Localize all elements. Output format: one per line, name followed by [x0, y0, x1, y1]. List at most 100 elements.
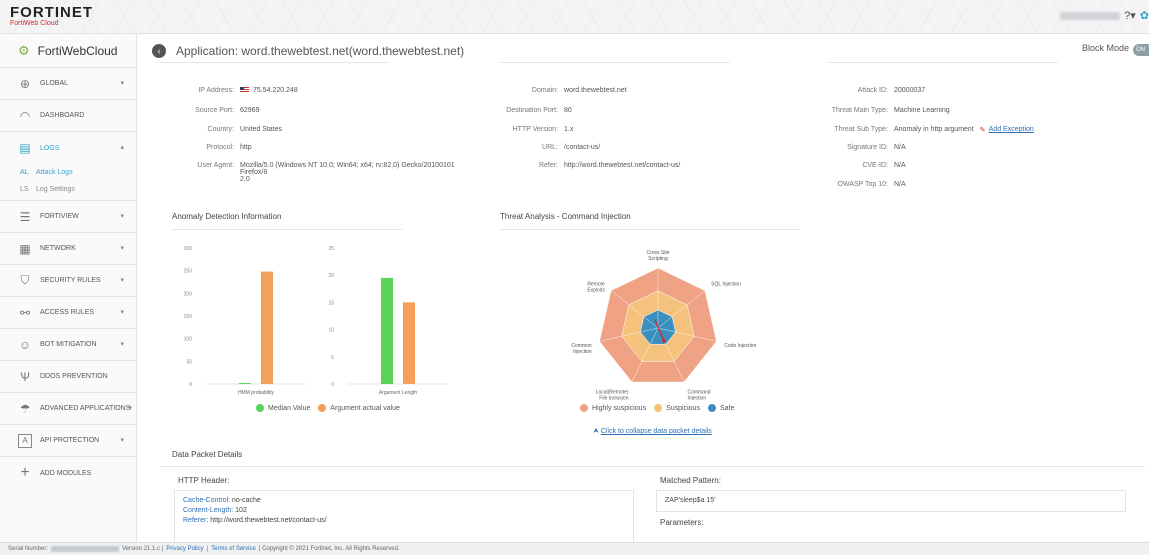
field-label: Signature ID:	[847, 144, 888, 151]
bot-icon: ☺	[18, 337, 32, 352]
legend-actual-label: Argument actual value	[330, 404, 400, 412]
field-value: N/A	[894, 181, 906, 188]
sidebar-subitem-log-settings[interactable]: LS Log Settings	[0, 181, 136, 201]
ddos-icon: Ѱ	[20, 369, 30, 384]
sidebar-item-label: API PROTECTION	[40, 437, 100, 444]
threat-sub-type: Threat Sub Type: Anomaly in http argumen…	[758, 126, 1034, 134]
client-ip: IP Address: 75.54.220.248	[138, 87, 298, 94]
matched-pattern-panel: ZAP'sleep$a 15'	[656, 490, 1126, 512]
client-user-agent: User Agent: Mozilla/5.0 (Windows NT 10.0…	[138, 162, 475, 183]
sidebar-item-logs[interactable]: ▤ LOGS ▴	[0, 132, 136, 164]
terms-of-service-link[interactable]: Terms of Service	[211, 543, 256, 555]
field-value: word.thewebtest.net	[564, 87, 627, 94]
sidebar-item-label: DASHBOARD	[40, 112, 85, 119]
copyright-text: | Copyright © 2021 Fortinet, Inc. All Ri…	[258, 546, 400, 552]
divider	[172, 229, 402, 230]
sidebar-item-global[interactable]: ⊕ GLOBAL ▾	[0, 68, 136, 100]
sidebar-item-label: SECURITY RULES	[40, 277, 101, 284]
field-value: Anomaly in http argument	[894, 126, 974, 133]
client-protocol: Protocol: http	[138, 144, 252, 151]
y-tick-label: 200	[184, 291, 193, 297]
field-value: 62969	[240, 107, 260, 114]
field-label: Refer:	[538, 162, 558, 169]
page-title: Application: word.thewebtest.net(word.th…	[176, 44, 465, 58]
chevron-left-icon: ‹	[157, 46, 161, 56]
sidebar-item-bot-mitigation[interactable]: ☺ BOT MITIGATION ▾	[0, 329, 136, 361]
bar-actual	[261, 271, 273, 384]
sidebar-item-add-modules[interactable]: + ADD MODULES	[0, 457, 136, 489]
threat-indicator-dot	[662, 339, 666, 343]
divider	[500, 229, 800, 230]
server-http-version: HTTP Version: 1.x	[438, 126, 574, 133]
sidebar-item-advanced-applications[interactable]: ☂ ADVANCED APPLICATIONS ▾	[0, 393, 136, 425]
chevron-down-icon: ▾	[120, 80, 124, 87]
field-label: IP Address:	[198, 87, 234, 94]
sidebar-item-dashboard[interactable]: ◠ DASHBOARD	[0, 100, 136, 132]
matched-pattern-value: ZAP'sleep$a 15'	[665, 497, 716, 504]
field-value: http	[240, 144, 252, 151]
fortinet-logo: FORTINET FortiWeb Cloud	[10, 5, 93, 28]
network-icon: ▦	[19, 241, 31, 256]
settings-icon[interactable]: ✿	[1140, 9, 1149, 22]
account-name[interactable]	[1060, 11, 1121, 20]
header-line: Content-Length: 102	[183, 506, 625, 516]
flag-icon	[240, 87, 249, 93]
header-key: Content-Length:	[183, 507, 234, 514]
chevron-up-icon: ▴	[120, 144, 124, 151]
sidebar: ⚙ FortiWebCloud ⊕ GLOBAL ▾ ◠ DASHBOARD ▤…	[0, 34, 137, 542]
y-tick-label: 5	[331, 355, 334, 361]
sidebar-item-security-rules[interactable]: ⛉ SECURITY RULES ▾	[0, 265, 136, 297]
umbrella-icon: ☂	[19, 401, 31, 416]
sidebar-item-label: GLOBAL	[40, 80, 69, 87]
fortiview-icon: ☰	[19, 209, 31, 224]
field-value: /contact-us/	[564, 144, 601, 151]
legend-actual-dot	[318, 404, 327, 412]
sidebar-item-fortiview[interactable]: ☰ FORTIVIEW ▾	[0, 201, 136, 233]
threat-analysis-title: Threat Analysis - Command Injection	[500, 212, 631, 221]
parameters-title: Parameters:	[660, 518, 704, 527]
collapse-packet-link[interactable]: Click to collapse data packet details	[601, 428, 712, 435]
radar-axis-label: SQL Injection	[711, 282, 741, 288]
field-value: N/A	[894, 144, 906, 151]
gear-icon: ⚙	[18, 42, 30, 58]
field-value: 80	[564, 107, 572, 114]
sidebar-item-label: ADVANCED APPLICATIONS	[40, 405, 131, 412]
field-label: Source Port:	[195, 107, 234, 114]
field-value: Machine Learning	[894, 107, 950, 114]
serial-label: Serial Number:	[8, 546, 49, 552]
chevron-down-icon: ▾	[120, 245, 124, 252]
field-label: CVE-ID:	[862, 162, 888, 169]
add-exception-link[interactable]: Add Exception	[989, 126, 1034, 134]
y-tick-label: 50	[186, 359, 192, 365]
bar-median	[239, 383, 251, 384]
sidebar-item-access-rules[interactable]: ⚯ ACCESS RULES ▾	[0, 297, 136, 329]
help-icon[interactable]: ?▾	[1124, 9, 1136, 22]
sidebar-subitem-attack-logs[interactable]: AL Attack Logs	[0, 164, 136, 181]
y-tick-label: 0	[189, 382, 192, 388]
server-destination-port: Destination Port: 80	[438, 107, 572, 114]
y-tick-label: 100	[184, 337, 193, 343]
http-header-panel: Cache-Control: no-cache Content-Length: …	[174, 490, 634, 542]
privacy-policy-link[interactable]: Privacy Policy	[166, 543, 203, 555]
chevron-down-icon: ▾	[128, 405, 132, 412]
server-url: URL: /contact-us/	[438, 144, 600, 151]
block-mode-toggle[interactable]: ON	[1133, 44, 1149, 56]
sidebar-item-network[interactable]: ▦ NETWORK ▾	[0, 233, 136, 265]
product-switcher[interactable]: ⚙ FortiWebCloud	[0, 34, 136, 68]
sidebar-item-label: NETWORK	[40, 245, 76, 252]
anomaly-title: Anomaly Detection Information	[172, 212, 282, 221]
threat-radar-chart: Cross Site Scripting SQL Injection Code Inj…	[571, 250, 756, 400]
field-label: HTTP Version:	[512, 126, 558, 133]
sidebar-item-api-protection[interactable]: A API PROTECTION ▾	[0, 425, 136, 457]
legend-safe-label: Safe	[719, 404, 735, 412]
y-tick-label: 20	[328, 273, 334, 279]
title-bar: ‹ Application: word.thewebtest.net(word.…	[138, 40, 1149, 62]
field-label: User Agent:	[197, 162, 234, 169]
logo-product: FortiWeb Cloud	[10, 20, 59, 27]
back-button[interactable]: ‹	[152, 44, 166, 58]
product-label: FortiWebCloud	[37, 43, 118, 58]
globe-icon: ⊕	[19, 76, 31, 91]
anomaly-legend: Median Value Argument actual value	[256, 404, 400, 412]
sidebar-item-ddos-prevention[interactable]: Ѱ DDOS PREVENTION	[0, 361, 136, 393]
server-domain: Domain: word.thewebtest.net	[438, 87, 627, 94]
